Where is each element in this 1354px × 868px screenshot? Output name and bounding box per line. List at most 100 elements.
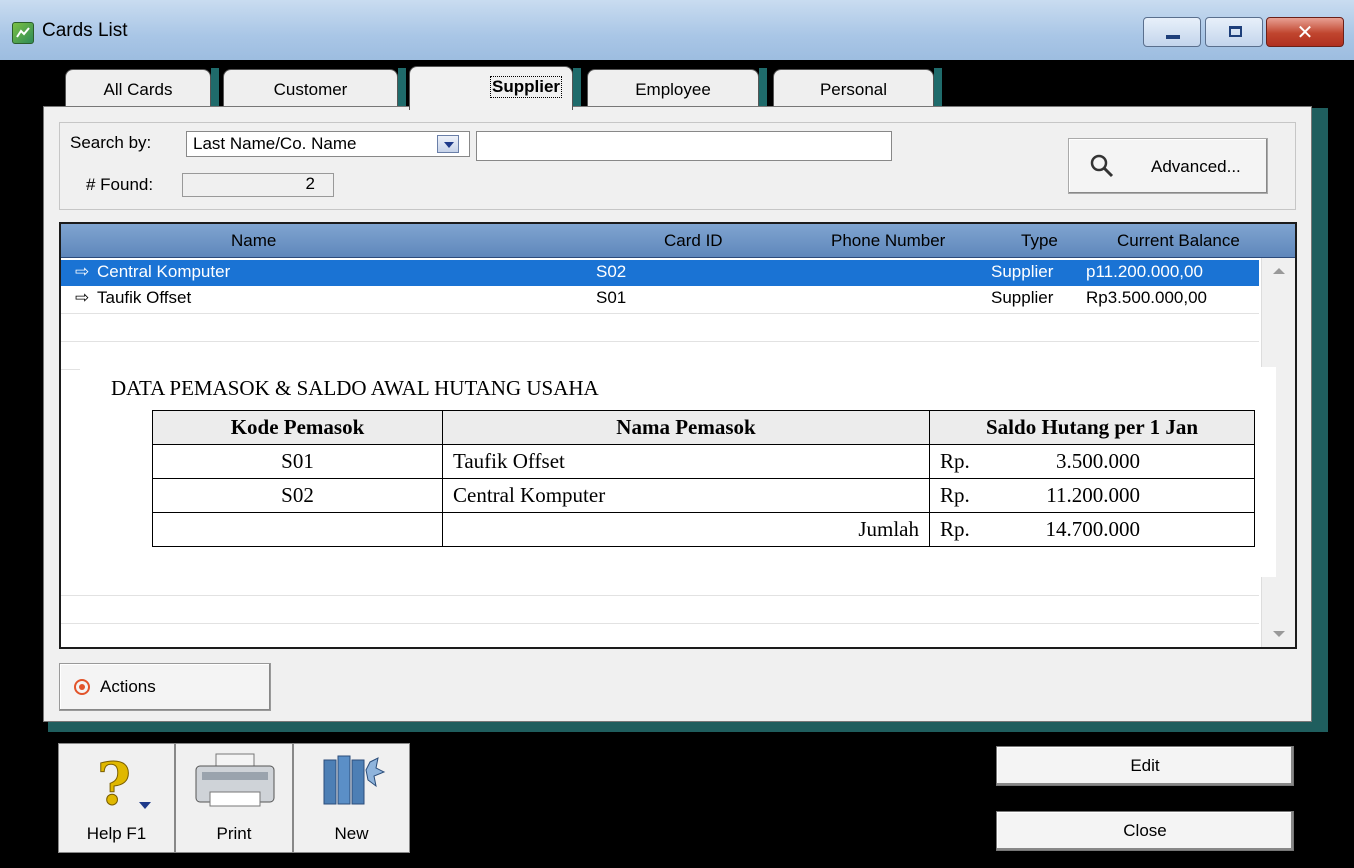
actions-label: Actions — [100, 677, 156, 696]
found-label: # Found: — [86, 175, 154, 194]
actions-button[interactable]: Actions — [59, 663, 271, 711]
advanced-button[interactable]: Advanced... — [1068, 138, 1268, 194]
new-button[interactable]: New — [293, 743, 410, 853]
column-header-balance[interactable]: Current Balance — [1117, 231, 1240, 251]
total-label: Jumlah — [442, 512, 930, 547]
search-by-label: Search by: — [70, 133, 152, 152]
edit-button[interactable]: Edit — [996, 746, 1294, 786]
tab-shadow — [573, 68, 581, 108]
minimize-icon — [1166, 35, 1180, 39]
scroll-up-icon[interactable] — [1268, 260, 1290, 282]
table-header-row: Kode Pemasok Nama Pemasok Saldo Hutang p… — [152, 410, 1255, 445]
table-row: S02 Central Komputer Rp. 11.200.000 — [152, 478, 1255, 513]
search-by-value: Last Name/Co. Name — [193, 134, 357, 153]
column-header-name[interactable]: Name — [231, 231, 276, 251]
panel-shadow — [48, 722, 1328, 732]
row-divider — [61, 313, 1259, 314]
tab-all-cards[interactable]: All Cards — [65, 69, 211, 109]
table-row[interactable]: ⇨ Central Komputer S02 Supplier p11.200.… — [61, 260, 1259, 286]
table-row: S01 Taufik Offset Rp. 3.500.000 — [152, 444, 1255, 479]
app-icon — [12, 22, 34, 44]
row-divider — [61, 595, 1259, 596]
minimize-button[interactable] — [1143, 17, 1201, 47]
cell-name: Taufik Offset — [442, 444, 930, 479]
tab-supplier[interactable]: Supplier — [409, 66, 573, 110]
row-divider — [61, 623, 1259, 624]
close-button[interactable]: Close — [996, 811, 1294, 851]
tab-employee[interactable]: Employee — [587, 69, 759, 109]
row-card-id: S01 — [596, 288, 627, 307]
row-name: Central Komputer — [97, 262, 231, 281]
row-name: Taufik Offset — [97, 288, 192, 307]
printer-icon — [195, 753, 275, 807]
print-button[interactable]: Print — [175, 743, 293, 853]
column-header-card-id[interactable]: Card ID — [664, 231, 723, 251]
chevron-down-icon[interactable] — [437, 135, 459, 153]
row-type: Supplier — [991, 262, 1054, 281]
header-code: Kode Pemasok — [152, 410, 443, 445]
found-count: 2 — [182, 173, 334, 197]
cell-code: S02 — [152, 478, 443, 513]
cell-amount: 3.500.000 — [1056, 449, 1140, 473]
tab-label: Personal — [819, 80, 888, 99]
arrow-right-icon[interactable]: ⇨ — [75, 288, 89, 308]
new-label: New — [334, 824, 369, 843]
cell-balance: Rp. 11.200.000 — [929, 478, 1255, 513]
actions-icon — [74, 679, 90, 695]
total-amount: 14.700.000 — [1045, 517, 1141, 541]
cell-name: Central Komputer — [442, 478, 930, 513]
supplier-balance-overlay: DATA PEMASOK & SALDO AWAL HUTANG USAHA K… — [80, 367, 1276, 577]
maximize-icon — [1229, 26, 1242, 37]
cell-balance: Rp. 3.500.000 — [929, 444, 1255, 479]
tab-label: All Cards — [103, 80, 173, 99]
table-row[interactable]: ⇨ Taufik Offset S01 Supplier Rp3.500.000… — [61, 286, 1259, 312]
row-balance: p11.200.000,00 — [1086, 262, 1203, 281]
print-label: Print — [216, 824, 252, 843]
cell-empty — [152, 512, 443, 547]
tab-customer[interactable]: Customer — [223, 69, 398, 109]
close-icon: ✕ — [1296, 22, 1314, 44]
tab-personal[interactable]: Personal — [773, 69, 934, 109]
tab-label: Customer — [273, 80, 348, 99]
tab-shadow — [759, 68, 767, 108]
row-divider — [61, 341, 1259, 342]
header-name: Nama Pemasok — [442, 410, 930, 445]
search-by-select[interactable]: Last Name/Co. Name — [186, 131, 470, 157]
supplier-balance-table: Kode Pemasok Nama Pemasok Saldo Hutang p… — [152, 410, 1255, 547]
column-header-type[interactable]: Type — [1021, 231, 1058, 251]
arrow-right-icon[interactable]: ⇨ — [75, 262, 89, 282]
cell-total: Rp. 14.700.000 — [929, 512, 1255, 547]
advanced-label: Advanced... — [1151, 157, 1241, 176]
tab-label: Employee — [635, 80, 711, 99]
title-bar[interactable]: Cards List ✕ — [0, 0, 1354, 60]
cell-currency: Rp. — [940, 483, 970, 507]
cell-code: S01 — [152, 444, 443, 479]
row-type: Supplier — [991, 288, 1054, 307]
row-card-id: S02 — [596, 262, 627, 281]
help-icon: ? — [97, 750, 132, 819]
tab-shadow — [934, 68, 942, 108]
header-balance: Saldo Hutang per 1 Jan — [929, 410, 1255, 445]
column-header-phone[interactable]: Phone Number — [831, 231, 945, 251]
panel-shadow — [1312, 108, 1328, 730]
search-group: Search by: Last Name/Co. Name # Found: 2… — [59, 122, 1296, 210]
cell-currency: Rp. — [940, 449, 970, 473]
cell-amount: 11.200.000 — [1046, 483, 1140, 507]
search-icon — [1090, 154, 1114, 178]
tab-label: Supplier — [489, 76, 563, 98]
help-label: Help F1 — [86, 824, 147, 843]
table-total-row: Jumlah Rp. 14.700.000 — [152, 512, 1255, 547]
close-window-button[interactable]: ✕ — [1266, 17, 1344, 47]
help-button[interactable]: ? Help F1 — [58, 743, 175, 853]
tab-shadow — [211, 68, 219, 108]
overlay-title: DATA PEMASOK & SALDO AWAL HUTANG USAHA — [111, 376, 599, 400]
search-input[interactable] — [476, 131, 892, 161]
new-card-icon — [323, 755, 386, 805]
tab-shadow — [398, 68, 406, 108]
window-title: Cards List — [42, 20, 128, 41]
chevron-down-icon — [139, 802, 151, 809]
scroll-down-icon[interactable] — [1268, 623, 1290, 645]
list-header: Name Card ID Phone Number Type Current B… — [61, 224, 1295, 258]
total-currency: Rp. — [940, 517, 970, 541]
maximize-button[interactable] — [1205, 17, 1263, 47]
